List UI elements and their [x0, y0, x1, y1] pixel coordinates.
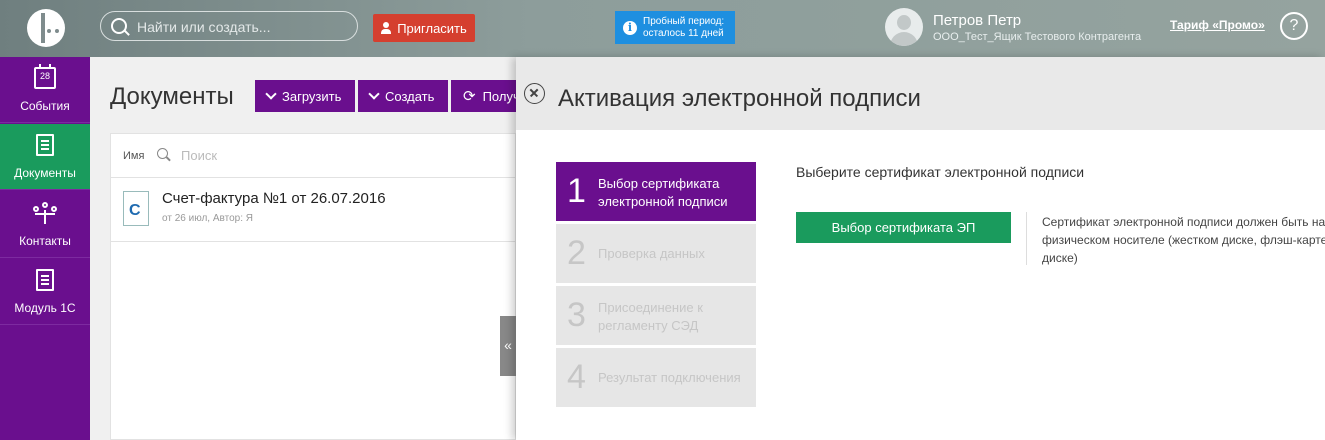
global-search-input[interactable]	[135, 16, 349, 38]
top-bar: Пригласить i Пробный период: осталось 11…	[0, 0, 1325, 57]
divider	[1026, 212, 1027, 265]
step-number: 2	[567, 234, 586, 272]
sidebar-item-documents[interactable]: Документы	[0, 124, 90, 190]
file-icon-letter: C	[129, 202, 141, 219]
documents-icon	[36, 134, 54, 156]
sidebar-item-label: Модуль 1С	[14, 301, 76, 315]
global-search[interactable]	[100, 11, 358, 41]
step-number: 1	[567, 172, 586, 210]
document-title: Счет-фактура №1 от 26.07.2016	[162, 190, 386, 207]
app-logo-icon[interactable]	[27, 9, 65, 47]
step-label: Присоединение к регламенту СЭД	[598, 300, 703, 333]
sidebar-item-events[interactable]: 28 События	[0, 57, 90, 123]
sidebar-item-contacts[interactable]: Контакты	[0, 192, 90, 258]
person-icon	[381, 22, 392, 34]
collapse-panel-button[interactable]: «	[500, 316, 516, 376]
search-icon	[111, 18, 127, 34]
column-header-name[interactable]: Имя	[123, 150, 144, 162]
signature-activation-panel: Активация электронной подписи 1 Выбор се…	[516, 57, 1325, 440]
upload-button[interactable]: Загрузить	[255, 80, 355, 112]
receive-button-label: Получ	[482, 88, 520, 104]
instruction-text: Выберите сертификат электронной подписи	[796, 164, 1085, 180]
help-icon[interactable]: ?	[1280, 12, 1308, 40]
create-button-label: Создать	[385, 88, 435, 104]
document-file-icon: C	[123, 191, 149, 226]
chevron-down-icon	[265, 88, 277, 100]
sidebar-item-label: Контакты	[19, 234, 71, 248]
avatar[interactable]	[885, 8, 923, 46]
close-icon[interactable]	[524, 83, 545, 104]
panel-header: Активация электронной подписи	[516, 57, 1325, 130]
user-organization: ООО_Тест_Ящик Тестового Контрагента	[933, 31, 1142, 43]
invite-button-label: Пригласить	[397, 20, 467, 36]
step-number: 3	[567, 296, 586, 334]
step-label: Проверка данных	[598, 246, 705, 261]
step-label: Результат подключения	[598, 370, 741, 385]
step-1[interactable]: 1 Выбор сертификата электронной подписи	[556, 162, 756, 221]
module-icon	[36, 269, 54, 291]
invite-button[interactable]: Пригласить	[373, 14, 475, 42]
step-3[interactable]: 3 Присоединение к регламенту СЭД	[556, 286, 756, 345]
tariff-link[interactable]: Тариф «Промо»	[1170, 18, 1265, 32]
certificate-note: Сертификат электронной подписи должен бы…	[1042, 215, 1325, 265]
sidebar-item-module-1c[interactable]: Модуль 1С	[0, 259, 90, 325]
page-title: Документы	[110, 83, 234, 110]
step-label: Выбор сертификата электронной подписи	[598, 176, 728, 209]
refresh-icon: ⟳	[463, 88, 476, 105]
calendar-icon: 28	[34, 64, 56, 89]
info-icon: i	[623, 20, 637, 35]
documents-list: Имя Поиск C Счет-фактура №1 от 26.07.201…	[110, 133, 516, 440]
sidebar: 28 События Документы Контакты Модуль 1С	[0, 57, 90, 440]
document-meta: от 26 июл, Автор: Я	[162, 213, 253, 224]
panel-title: Активация электронной подписи	[558, 85, 921, 112]
create-button[interactable]: Создать	[358, 80, 448, 112]
sidebar-item-label: События	[20, 99, 70, 113]
trial-period-badge[interactable]: i Пробный период: осталось 11 дней	[615, 11, 735, 44]
trial-text: Пробный период: осталось 11 дней	[643, 16, 724, 40]
step-2[interactable]: 2 Проверка данных	[556, 224, 756, 283]
step-number: 4	[567, 358, 586, 396]
sidebar-item-label: Документы	[14, 166, 76, 180]
documents-search-input[interactable]: Поиск	[181, 148, 217, 163]
list-item[interactable]: C Счет-фактура №1 от 26.07.2016 от 26 ию…	[111, 177, 515, 242]
upload-button-label: Загрузить	[282, 88, 342, 104]
step-4[interactable]: 4 Результат подключения	[556, 348, 756, 407]
user-name[interactable]: Петров Петр	[933, 12, 1021, 29]
contacts-icon	[33, 202, 57, 224]
select-certificate-button[interactable]: Выбор сертификата ЭП	[796, 212, 1011, 243]
chevron-down-icon	[368, 88, 380, 100]
trial-text-line1: Пробный период:	[643, 15, 725, 27]
trial-text-line2: осталось 11 дней	[643, 27, 724, 39]
search-icon	[157, 148, 168, 159]
